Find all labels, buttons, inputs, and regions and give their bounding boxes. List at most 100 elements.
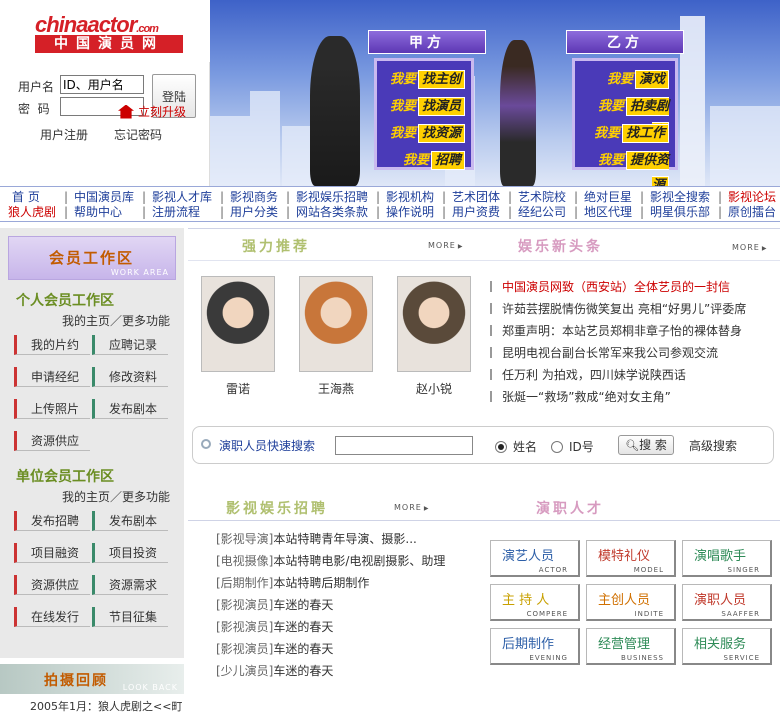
search-input[interactable] bbox=[335, 436, 473, 455]
username-label: 用户名 bbox=[18, 80, 55, 94]
news-item[interactable]: 郑重声明：本站艺员郑桐非章子怡的裸体替身 bbox=[490, 322, 742, 339]
work-area-button[interactable]: 项目投资 bbox=[92, 543, 168, 563]
recruit-item[interactable]: [影视演员]车迷的春天 bbox=[216, 596, 333, 613]
news-item[interactable]: 张烻一“救场”救成“绝对女主角” bbox=[490, 388, 671, 405]
forgot-password-link[interactable]: 忘记密码 bbox=[114, 126, 162, 143]
search-by-name-option[interactable]: 姓名 bbox=[495, 438, 537, 455]
party-b-item[interactable]: 我要 演戏 bbox=[581, 67, 669, 92]
news-item[interactable]: 昆明电视台副台长常军来我公司参观交流 bbox=[490, 344, 718, 361]
work-area-button[interactable]: 发布剧本 bbox=[92, 511, 168, 531]
nav-link[interactable]: 影视娱乐招聘 bbox=[296, 189, 368, 205]
news-item[interactable]: 许茹芸摆脱情伤微笑复出 亮相“好男儿”评委席 bbox=[490, 300, 746, 317]
recruit-item[interactable]: [电视摄像]本站特聘电影/电视剧摄影、助理 bbox=[216, 552, 445, 569]
search-by-id-option[interactable]: ID号 bbox=[551, 438, 594, 455]
actor-name[interactable]: 王海燕 bbox=[299, 380, 373, 397]
personal-homepage-link[interactable]: 我的主页／更多功能 bbox=[62, 312, 170, 329]
news-item[interactable]: 中国演员网致（西安站）全体艺员的一封信 bbox=[490, 278, 730, 295]
nav-link[interactable]: 狼人虎剧 bbox=[8, 204, 56, 220]
register-link[interactable]: 用户注册 bbox=[40, 126, 88, 143]
photo-review-item[interactable]: 2005年1月：狼人虎剧之<<町 bbox=[30, 698, 182, 714]
news-item[interactable]: 任万利 为拍戏，四川妹学说陕西话 bbox=[490, 366, 686, 383]
work-area-button[interactable]: 发布招聘 bbox=[14, 511, 90, 531]
nav-link[interactable]: 影视商务 bbox=[230, 189, 278, 205]
nav-link[interactable]: 用户分类 bbox=[230, 204, 278, 220]
nav-link[interactable]: 经纪公司 bbox=[518, 204, 566, 220]
talent-tile[interactable]: 演职人员 SAAFFER bbox=[682, 584, 772, 621]
username-input[interactable] bbox=[60, 75, 144, 94]
nav-link[interactable]: 注册流程 bbox=[152, 204, 200, 220]
building-shape bbox=[710, 106, 780, 186]
nav-link[interactable]: 帮助中心 bbox=[74, 204, 122, 220]
work-area-button[interactable]: 资源需求 bbox=[92, 575, 168, 595]
female-figure bbox=[500, 40, 536, 186]
talent-tile[interactable]: 演唱歌手 SINGER bbox=[682, 540, 772, 577]
recruit-more-link[interactable]: MORE bbox=[394, 503, 429, 512]
nav-separator: | bbox=[640, 190, 645, 204]
party-b-item[interactable]: 我要 找工作 bbox=[581, 121, 669, 146]
nav-separator: | bbox=[508, 205, 513, 219]
work-area-button[interactable]: 上传照片 bbox=[14, 399, 90, 419]
nav-link[interactable]: 中国演员库 bbox=[74, 189, 134, 205]
recruit-item[interactable]: [少儿演员]车迷的春天 bbox=[216, 662, 333, 679]
party-a-item[interactable]: 我要 找主创 bbox=[383, 67, 465, 92]
actor-photo[interactable] bbox=[397, 276, 471, 372]
work-area-button[interactable]: 应聘记录 bbox=[92, 335, 168, 355]
actor-photo[interactable] bbox=[299, 276, 373, 372]
party-a-title: 甲方 bbox=[368, 30, 486, 54]
nav-link[interactable]: 艺术团体 bbox=[452, 189, 500, 205]
party-a-item[interactable]: 我要 找演员 bbox=[383, 94, 465, 119]
nav-link[interactable]: 明星俱乐部 bbox=[650, 204, 710, 220]
recruit-item[interactable]: [影视演员]车迷的春天 bbox=[216, 640, 333, 657]
talent-tile[interactable]: 演艺人员 ACTOR bbox=[490, 540, 580, 577]
nav-link[interactable]: 用户资费 bbox=[452, 204, 500, 220]
party-b-item[interactable]: 我要拍卖剧本 bbox=[581, 94, 669, 141]
upgrade-link[interactable]: 立刻升级 bbox=[118, 103, 186, 120]
nav-separator: | bbox=[574, 205, 579, 219]
nav-separator: | bbox=[220, 190, 225, 204]
work-area-button[interactable]: 资源供应 bbox=[14, 431, 90, 451]
work-area-button[interactable]: 发布剧本 bbox=[92, 399, 168, 419]
recommend-more-link[interactable]: MORE bbox=[428, 241, 463, 250]
work-area-button[interactable]: 修改资料 bbox=[92, 367, 168, 387]
nav-link[interactable]: 操作说明 bbox=[386, 204, 434, 220]
unit-homepage-link[interactable]: 我的主页／更多功能 bbox=[62, 488, 170, 505]
actor-name[interactable]: 雷诺 bbox=[201, 380, 275, 397]
recruit-item[interactable]: [后期制作]本站特聘后期制作 bbox=[216, 574, 369, 591]
party-b-item[interactable]: 我要 提供资源 bbox=[581, 148, 669, 186]
talent-tile[interactable]: 经营管理 BUSINESS bbox=[586, 628, 676, 665]
nav-link[interactable]: 影视全搜索 bbox=[650, 189, 710, 205]
logo-cn: 中国演员网 bbox=[35, 35, 183, 53]
nav-link[interactable]: 绝对巨星 bbox=[584, 189, 632, 205]
work-area-button[interactable]: 节目征集 bbox=[92, 607, 168, 627]
work-area-button[interactable]: 我的片约 bbox=[14, 335, 90, 355]
nav-link[interactable]: 网站各类条款 bbox=[296, 204, 368, 220]
news-more-link[interactable]: MORE bbox=[732, 243, 767, 252]
talent-tile-en: MODEL bbox=[633, 566, 664, 574]
nav-link[interactable]: 地区代理 bbox=[584, 204, 632, 220]
nav-link[interactable]: 原创擂台 bbox=[728, 204, 776, 220]
work-area-button[interactable]: 项目融资 bbox=[14, 543, 90, 563]
nav-link[interactable]: 艺术院校 bbox=[518, 189, 566, 205]
recruit-item[interactable]: [影视演员]车迷的春天 bbox=[216, 618, 333, 635]
talent-tile[interactable]: 主 持 人 COMPERE bbox=[490, 584, 580, 621]
site-logo[interactable]: chinaactor.com 中国演员网 bbox=[0, 0, 215, 62]
talent-tile[interactable]: 相关服务 SERVICE bbox=[682, 628, 772, 665]
work-area-button[interactable]: 在线发行 bbox=[14, 607, 90, 627]
search-button[interactable]: 🔍︎搜 索 bbox=[618, 435, 674, 455]
actor-name[interactable]: 赵小锐 bbox=[397, 380, 471, 397]
actor-photo[interactable] bbox=[201, 276, 275, 372]
talent-tile[interactable]: 主创人员 INDITE bbox=[586, 584, 676, 621]
work-area-button[interactable]: 申请经纪 bbox=[14, 367, 90, 387]
talent-tile[interactable]: 模特礼仪 MODEL bbox=[586, 540, 676, 577]
nav-link[interactable]: 首 页 bbox=[12, 189, 40, 205]
nav-link[interactable]: 影视论坛 bbox=[728, 189, 776, 205]
nav-link[interactable]: 影视人才库 bbox=[152, 189, 212, 205]
party-a-item[interactable]: 我要 招聘 bbox=[383, 148, 465, 173]
advanced-search-link[interactable]: 高级搜索 bbox=[689, 437, 737, 454]
work-area-button[interactable]: 资源供应 bbox=[14, 575, 90, 595]
party-a-item[interactable]: 我要 找资源 bbox=[383, 121, 465, 146]
talent-tile[interactable]: 后期制作 EVENING bbox=[490, 628, 580, 665]
nav-separator: | bbox=[508, 190, 513, 204]
nav-link[interactable]: 影视机构 bbox=[386, 189, 434, 205]
recruit-item[interactable]: [影视导演]本站特聘青年导演、摄影... bbox=[216, 530, 417, 547]
